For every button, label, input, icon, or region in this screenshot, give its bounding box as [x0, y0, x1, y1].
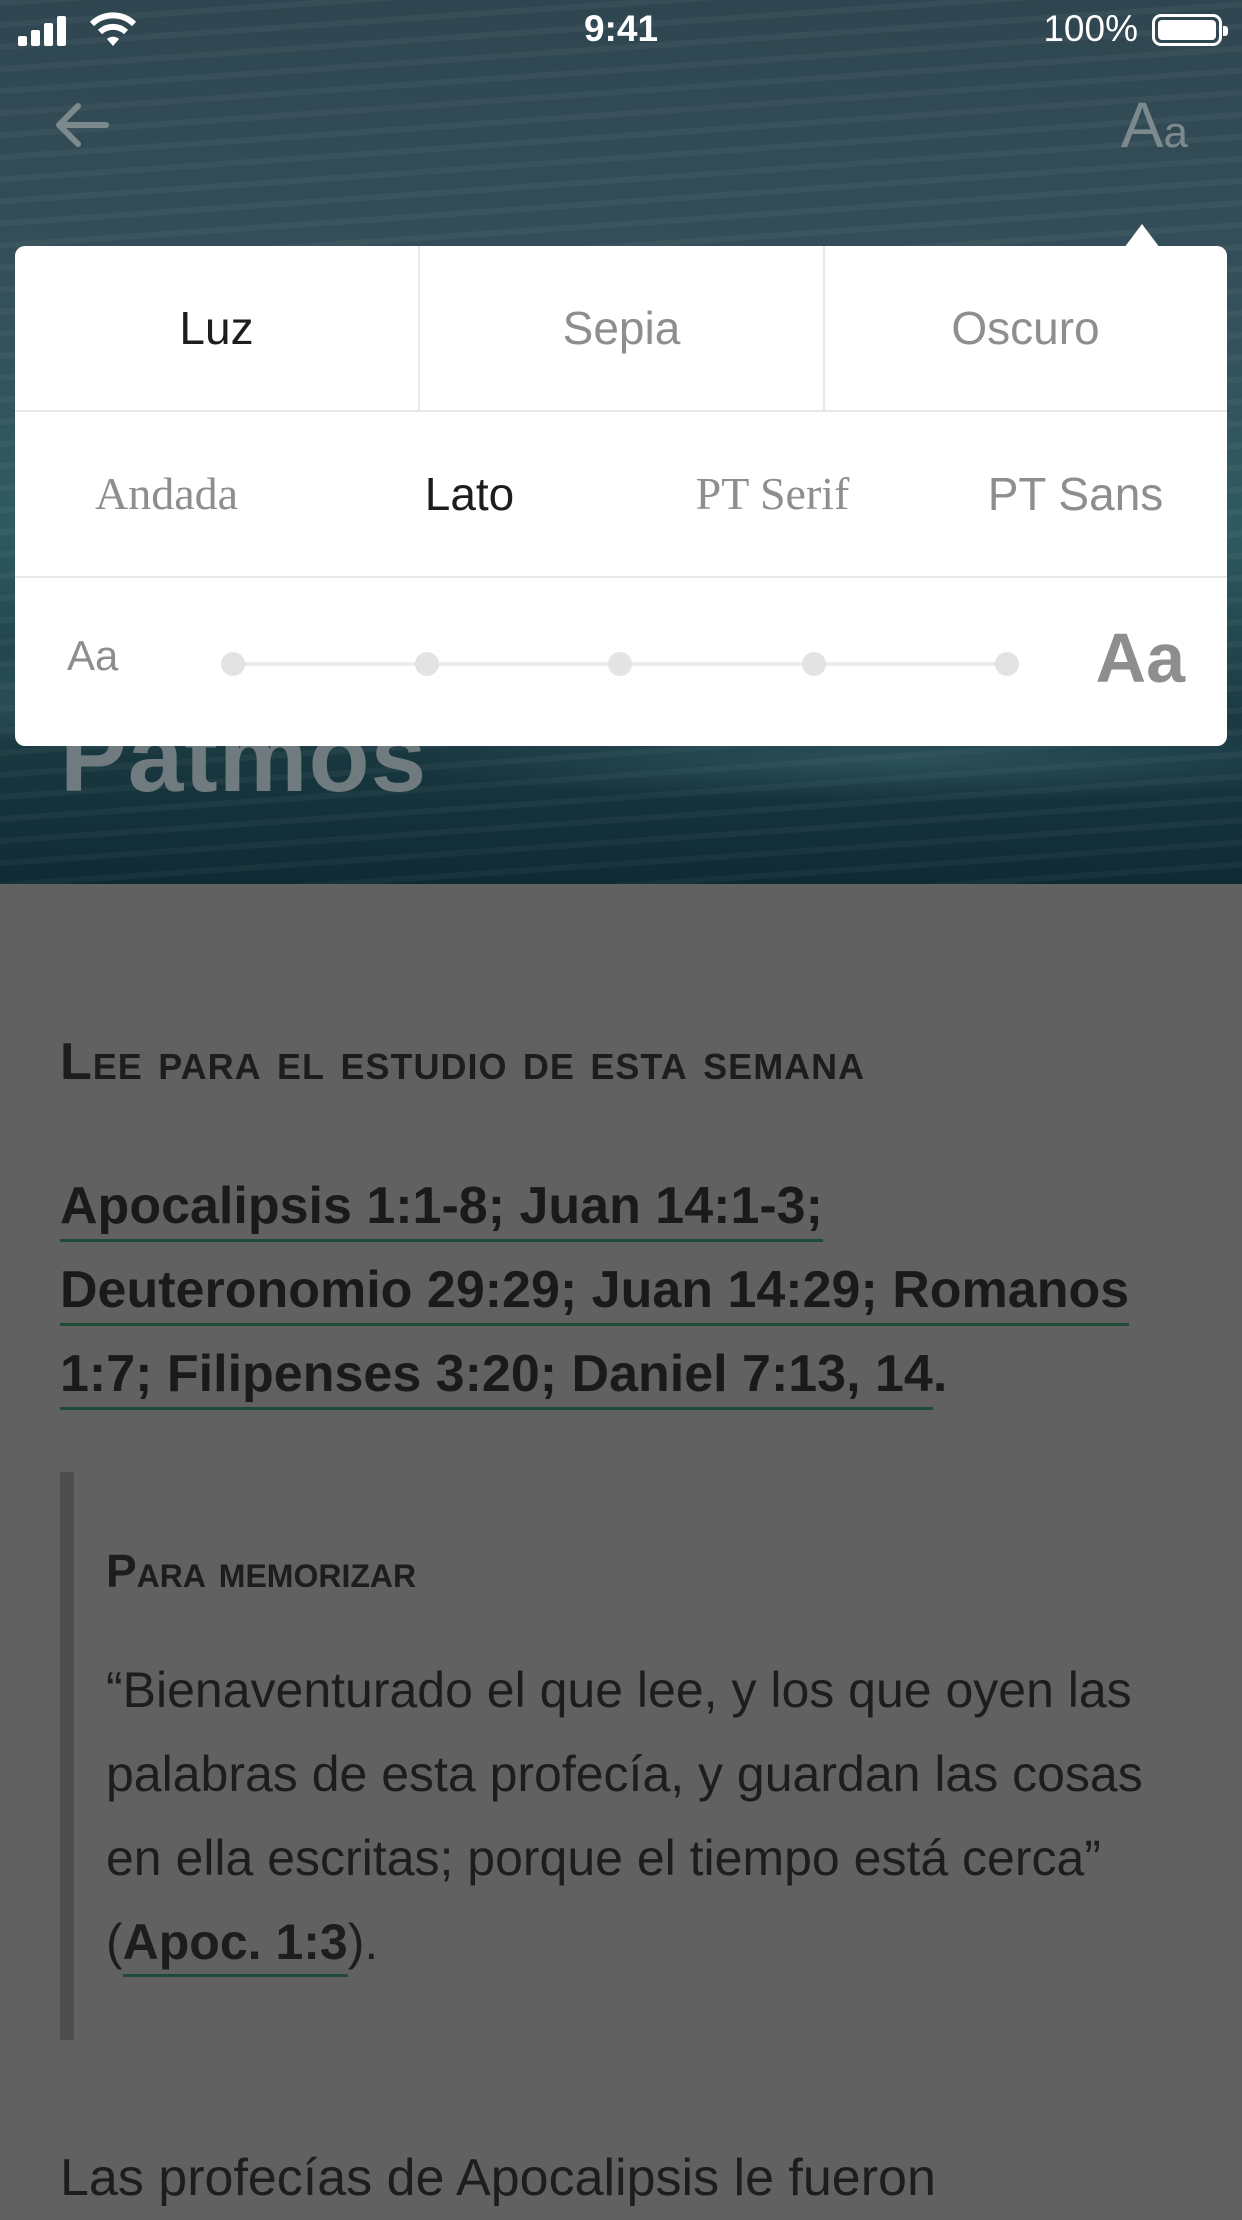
refs-period: .	[932, 1345, 948, 1403]
text-size-slider[interactable]	[221, 652, 1019, 676]
memory-verse-title: Para memorizar	[106, 1545, 417, 1597]
reading-settings-popup: Luz Sepia Oscuro Andada Lato PT Serif PT…	[15, 246, 1227, 746]
theme-sepia-button[interactable]: Sepia	[420, 246, 825, 410]
slider-step[interactable]	[414, 652, 439, 676]
article-content: Lee para el estudio de esta semana Apoca…	[0, 884, 1242, 2208]
font-pt-serif-button[interactable]: PT Serif	[621, 412, 924, 576]
theme-light-button[interactable]: Luz	[15, 246, 420, 410]
font-pt-sans-button[interactable]: PT Sans	[924, 412, 1227, 576]
slider-step[interactable]	[995, 652, 1019, 676]
font-settings-icon-big: A	[1120, 89, 1164, 161]
body-paragraph: Las profecías de Apocalipsis le fueron	[60, 2149, 936, 2207]
text-size-large-label: Aa	[1095, 619, 1185, 697]
memory-verse-block: Para memorizar “Bienaventurado el que le…	[60, 1472, 1194, 2040]
size-row: Aa Aa	[15, 578, 1227, 746]
reference-link[interactable]: Deuteronomio 29:29; Juan 14:29; Romanos	[60, 1261, 1130, 1326]
text-size-small-label: Aa	[67, 632, 119, 679]
slider-step[interactable]	[608, 652, 632, 676]
reference-link[interactable]: 1:7; Filipenses 3:20; Daniel 7:13, 14	[60, 1345, 933, 1410]
back-arrow-icon[interactable]	[52, 100, 112, 150]
font-settings-icon-small: a	[1163, 108, 1188, 157]
section-heading: Lee para el estudio de esta semana	[60, 1033, 866, 1091]
reference-link[interactable]: Apocalipsis 1:1-8; Juan 14:1-3;	[60, 1177, 823, 1242]
memory-verse-text: “Bienaventurado el que lee, y los que oy…	[106, 1648, 1166, 1984]
font-row: Andada Lato PT Serif PT Sans	[15, 412, 1227, 578]
font-lato-button[interactable]: Lato	[318, 412, 621, 576]
theme-row: Luz Sepia Oscuro	[15, 246, 1227, 412]
battery-percent: 100%	[1043, 8, 1138, 49]
memory-verse-tail: ).	[347, 1914, 379, 1970]
slider-step[interactable]	[801, 652, 826, 676]
battery-icon	[1152, 14, 1228, 46]
reading-references: Apocalipsis 1:1-8; Juan 14:1-3; Deuteron…	[60, 1164, 1180, 1416]
font-andada-button[interactable]: Andada	[15, 412, 318, 576]
slider-step[interactable]	[221, 652, 245, 676]
status-bar: 9:41 100%	[0, 0, 1242, 60]
theme-dark-button[interactable]: Oscuro	[824, 246, 1227, 410]
popup-caret	[1124, 224, 1160, 248]
memory-verse-reference-link[interactable]: Apoc. 1:3	[122, 1914, 348, 1977]
font-settings-button[interactable]: Aa	[1121, 88, 1188, 162]
